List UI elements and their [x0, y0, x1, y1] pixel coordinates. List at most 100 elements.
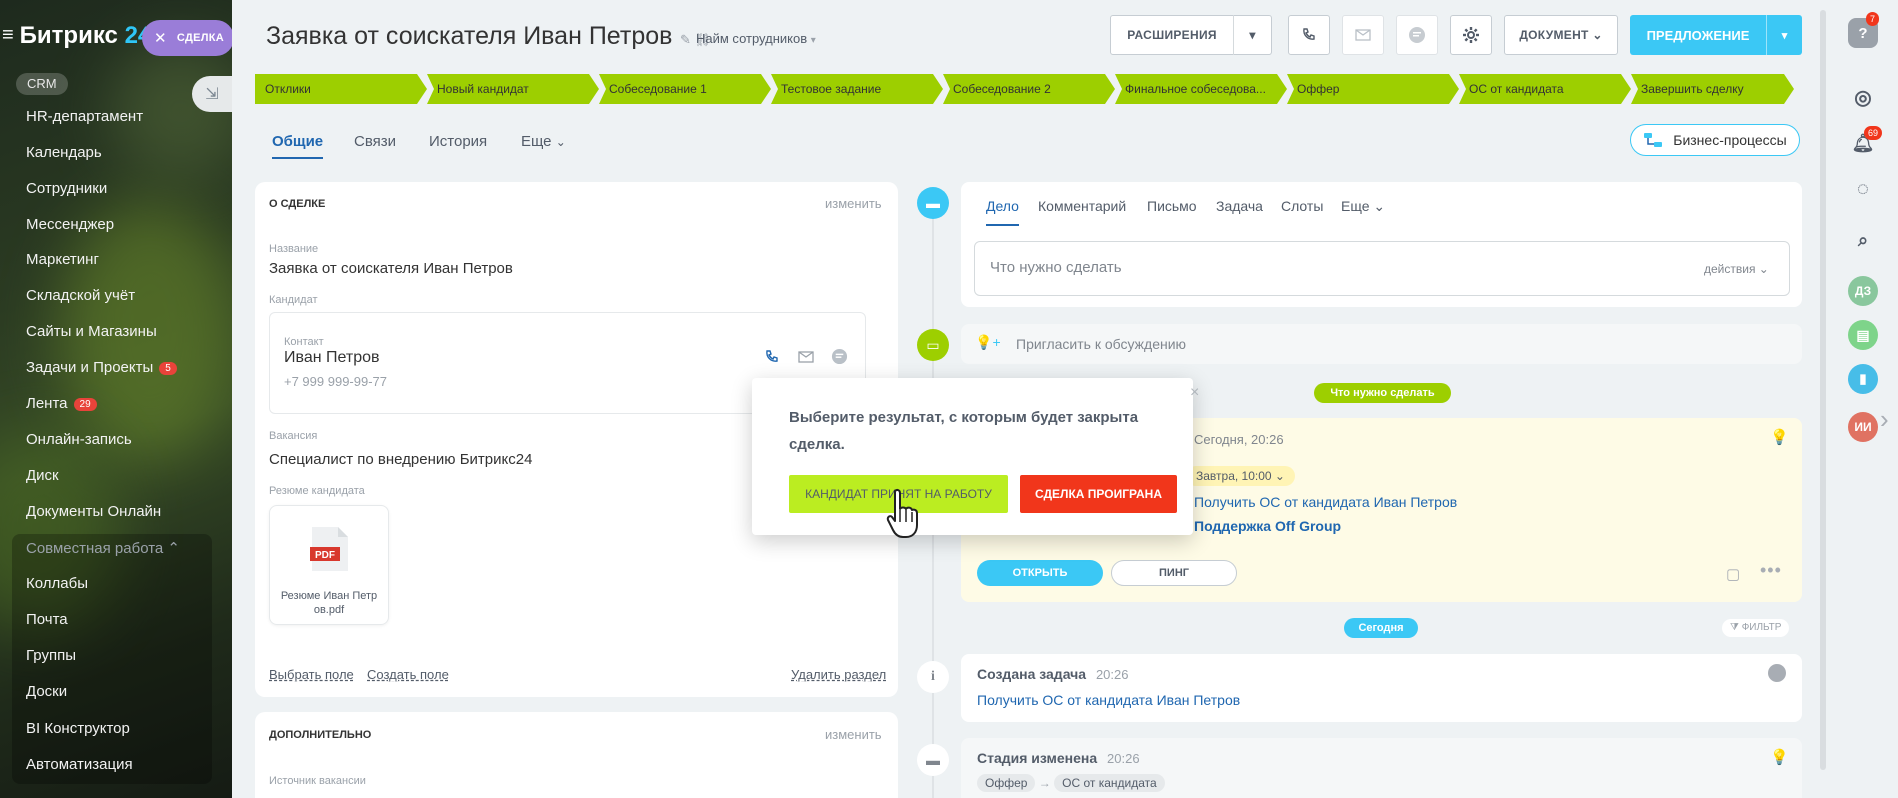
sidebar-item[interactable]: Автоматизация: [26, 756, 133, 773]
filter-button[interactable]: ⧩ ФИЛЬТР: [1722, 619, 1790, 637]
sidebar-item[interactable]: Почта: [26, 611, 68, 628]
tab-general[interactable]: Общие: [272, 133, 324, 159]
sidebar-item[interactable]: Сайты и Магазины: [26, 323, 157, 340]
extensions-button[interactable]: РАСШИРЕНИЯ ▾: [1110, 15, 1272, 55]
sidebar-item[interactable]: Совместная работа ⌃: [26, 539, 180, 557]
avatar[interactable]: ДЗ: [1848, 276, 1878, 306]
note-icon[interactable]: ▢: [1726, 565, 1740, 583]
company-link[interactable]: Поддержка Off Group: [1194, 518, 1341, 534]
stage-step[interactable]: Собеседование 2: [943, 74, 1115, 104]
chat-bubble-icon[interactable]: ◌: [1848, 174, 1878, 204]
task-link[interactable]: Получить ОС от кандидата Иван Петров: [1194, 494, 1457, 510]
popup-text: Выберите результат, с которым будет закр…: [789, 409, 1139, 453]
stage-step[interactable]: ОС от кандидата: [1459, 74, 1631, 104]
close-icon[interactable]: ✕: [154, 29, 167, 47]
offer-button[interactable]: ПРЕДЛОЖЕНИЕ ▾: [1630, 15, 1802, 55]
deal-chip[interactable]: ✕ СДЕЛКА: [142, 20, 234, 56]
close-icon[interactable]: ×: [1190, 384, 1199, 402]
phone-icon[interactable]: [1288, 15, 1330, 55]
sidebar-item[interactable]: Группы: [26, 647, 76, 664]
delete-section-link[interactable]: Удалить раздел: [791, 667, 886, 682]
chat-icon[interactable]: [831, 348, 848, 365]
chevron-down-icon[interactable]: ▾: [1766, 15, 1802, 55]
business-process-icon: [1644, 133, 1663, 147]
edit-link[interactable]: изменить: [825, 727, 882, 742]
phone-icon[interactable]: [764, 349, 780, 365]
file-name[interactable]: Резюме Иван Петр ов.pdf: [278, 589, 380, 617]
sidebar-item[interactable]: Складской учёт: [26, 287, 135, 304]
edit-link[interactable]: изменить: [825, 196, 882, 211]
deadline-chip[interactable]: Завтра, 10:00 ⌄: [1186, 466, 1295, 486]
contact-phone[interactable]: +7 999 999-99-77: [284, 374, 387, 389]
deal-lost-button[interactable]: СДЕЛКА ПРОИГРАНА: [1020, 475, 1177, 513]
category-select[interactable]: Найм сотрудников ▾: [696, 31, 816, 46]
open-button[interactable]: ОТКРЫТЬ: [977, 560, 1103, 586]
sidebar-item[interactable]: Диск: [26, 467, 59, 484]
mail-icon[interactable]: [797, 351, 815, 363]
ping-button[interactable]: ПИНГ: [1111, 560, 1237, 586]
stage-step[interactable]: Отклики: [255, 74, 427, 104]
tab-links[interactable]: Связи: [354, 133, 396, 150]
scrollbar[interactable]: [1820, 10, 1826, 770]
event-title: Стадия изменена 20:26: [977, 750, 1140, 766]
lightbulb-icon: 💡+: [975, 334, 1001, 350]
sidebar-item[interactable]: Календарь: [26, 144, 102, 161]
app-logo[interactable]: ≡ Битрикс 24: [0, 22, 151, 50]
sidebar-item[interactable]: Коллабы: [26, 575, 88, 592]
bookmark-icon[interactable]: ▮: [1848, 364, 1878, 394]
sidebar-item[interactable]: HR-департамент: [26, 108, 143, 125]
composer-tab[interactable]: Еще ⌄: [1341, 198, 1385, 215]
search-icon[interactable]: ⌕: [1848, 225, 1878, 255]
composer-tab[interactable]: Дело: [986, 198, 1019, 226]
sidebar-item[interactable]: BI Конструктор: [26, 720, 130, 737]
stage-step[interactable]: Новый кандидат: [427, 74, 599, 104]
sidebar-item[interactable]: Маркетинг: [26, 251, 99, 268]
field-label: Резюме кандидата: [269, 485, 365, 497]
sidebar-item[interactable]: Документы Онлайн: [26, 503, 161, 520]
crm-pill[interactable]: CRM: [16, 73, 68, 95]
activity-icon: ▬: [917, 187, 949, 219]
document-button[interactable]: ДОКУМЕНТ ⌄: [1504, 15, 1618, 55]
create-field-link[interactable]: Создать поле: [367, 667, 449, 682]
more-dots-icon[interactable]: •••: [1760, 560, 1782, 581]
stage-step[interactable]: Оффер: [1287, 74, 1459, 104]
chevron-right-icon[interactable]: ›: [1880, 404, 1889, 435]
chat-icon[interactable]: [1396, 15, 1438, 55]
tab-more[interactable]: Еще ⌄: [521, 133, 566, 150]
stage-step[interactable]: Завершить сделку: [1631, 74, 1794, 104]
chevron-down-icon: ⌄: [1592, 28, 1603, 42]
tab-history[interactable]: История: [429, 133, 487, 150]
composer-tab[interactable]: Комментарий: [1038, 198, 1126, 214]
stage-step[interactable]: Финальное собеседова...: [1115, 74, 1287, 104]
sidebar-item[interactable]: Онлайн-запись: [26, 431, 132, 448]
avatar[interactable]: ИИ: [1848, 412, 1878, 442]
counter-badge: 5: [159, 362, 177, 375]
collapse-sidebar-icon[interactable]: ⇲: [192, 76, 232, 112]
sidebar-item[interactable]: Доски: [26, 683, 67, 700]
stage-step[interactable]: Собеседование 1: [599, 74, 771, 104]
composer-tab[interactable]: Задача: [1216, 198, 1263, 214]
target-icon[interactable]: ◎: [1848, 82, 1878, 112]
actions-dropdown[interactable]: действия ⌄: [1704, 262, 1769, 276]
chevron-down-icon[interactable]: ▾: [1233, 15, 1271, 55]
hand-cursor-icon: [884, 488, 924, 540]
created-task-link[interactable]: Получить ОС от кандидата Иван Петров: [977, 692, 1240, 708]
contact-name[interactable]: Иван Петров: [284, 349, 380, 367]
pdf-file-icon: PDF: [310, 526, 350, 572]
settings-gear-icon[interactable]: [1450, 15, 1492, 55]
sidebar-item[interactable]: Мессенджер: [26, 216, 114, 233]
mail-icon[interactable]: [1342, 15, 1384, 55]
menu-icon[interactable]: ≡: [2, 24, 14, 47]
composer-tab[interactable]: Слоты: [1281, 198, 1323, 214]
business-processes-button[interactable]: Бизнес-процессы: [1630, 124, 1800, 156]
select-field-link[interactable]: Выбрать поле: [269, 667, 354, 682]
sidebar-item[interactable]: Сотрудники: [26, 180, 107, 197]
invite-link[interactable]: Пригласить к обсуждению: [1016, 336, 1186, 352]
composer-tab[interactable]: Письмо: [1147, 198, 1197, 214]
stage-step[interactable]: Тестовое задание: [771, 74, 943, 104]
notes-icon[interactable]: ▤: [1848, 320, 1878, 350]
field-label: Контакт: [284, 336, 324, 348]
sidebar-item[interactable]: Лента 29: [26, 395, 97, 412]
sidebar-item[interactable]: Задачи и Проекты 5: [26, 359, 177, 376]
user-avatar-icon[interactable]: [1768, 664, 1786, 682]
